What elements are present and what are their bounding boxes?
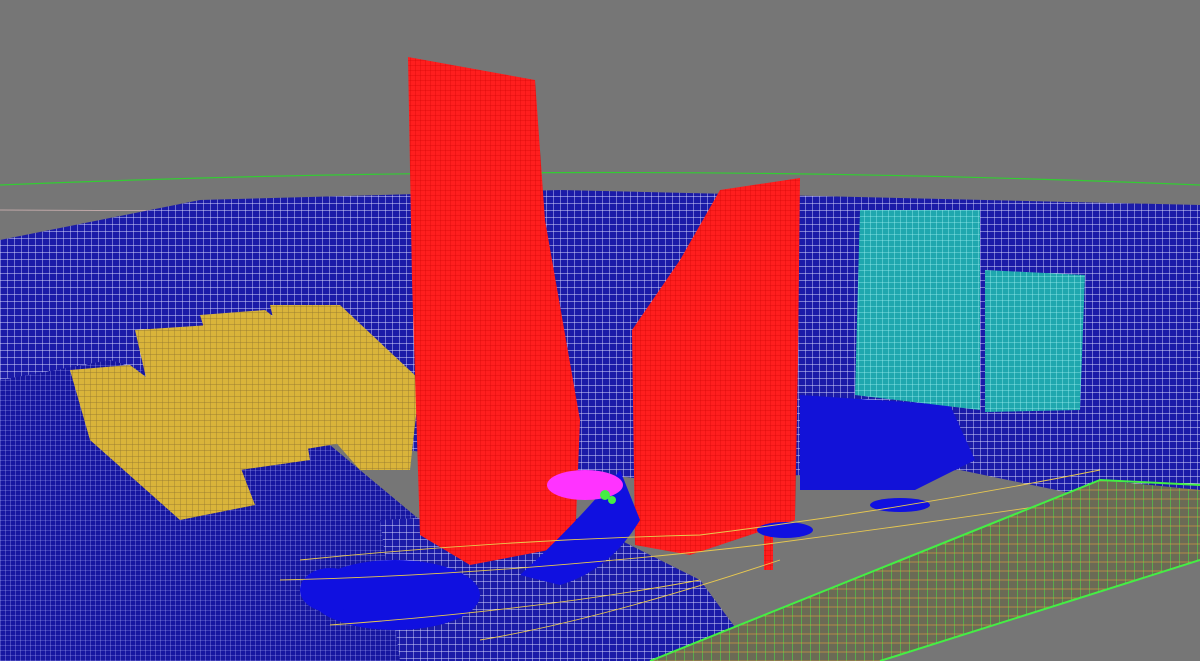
- 3d-viewport[interactable]: [0, 0, 1200, 661]
- wireframe-scene[interactable]: [0, 0, 1200, 661]
